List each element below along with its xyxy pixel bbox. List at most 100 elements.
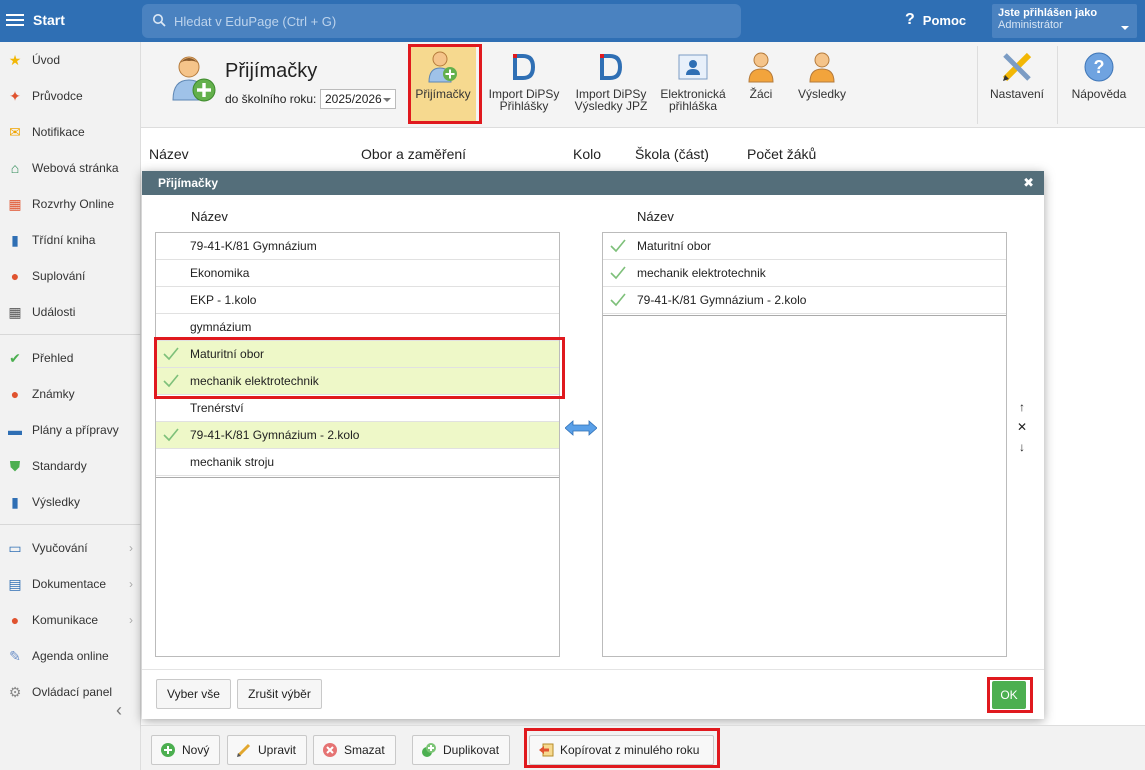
close-icon[interactable]: ✖ [1023, 175, 1034, 191]
toolbar-divider [977, 46, 978, 124]
transfer-arrows-icon[interactable] [565, 420, 597, 436]
gear-icon: ⚙ [8, 683, 22, 700]
list-end-divider [603, 315, 1006, 316]
column-header-school: Škola (část) [635, 146, 709, 162]
sidebar-item[interactable]: ▮ Výsledky [0, 484, 141, 520]
chevron-down-icon [1121, 26, 1129, 30]
sidebar-item[interactable]: ✎ Agenda online [0, 638, 141, 674]
svg-text:?: ? [1094, 57, 1105, 77]
edit-button[interactable]: Upravit [227, 735, 308, 765]
list-item[interactable]: mechanik stroju [156, 449, 559, 476]
available-list[interactable]: 79-41-K/81 Gymnázium Ekonomika EKP - 1.kol… [155, 232, 560, 657]
chevron-right-icon: › [129, 577, 133, 591]
tool-help[interactable]: ? Nápověda [1067, 46, 1131, 124]
tool-import-dipsy-applications[interactable]: Import DiPSy Přihlášky [486, 46, 562, 124]
search-input[interactable] [174, 11, 724, 31]
move-up-button[interactable]: ↑ [1016, 400, 1028, 414]
sidebar-item[interactable]: ✔ Přehled [0, 340, 141, 376]
list-item[interactable]: Maturitní obor [603, 233, 1006, 260]
sidebar-item[interactable]: ⌂ Webová stránka [0, 150, 141, 186]
selected-list[interactable]: Maturitní obor mechanik elektrotechnik 79-… [602, 232, 1007, 657]
sidebar-item[interactable]: ✉ Notifikace [0, 114, 141, 150]
school-year-select[interactable]: 2025/2026 [320, 89, 396, 109]
list-item[interactable]: 79-41-K/81 Gymnázium [156, 233, 559, 260]
list-item[interactable]: gymnázium [156, 314, 559, 341]
list-item-label: mechanik elektrotechnik [190, 374, 319, 388]
chat-icon: ● [10, 612, 20, 628]
dialog-title: Přijímačky [158, 176, 219, 190]
tool-students[interactable]: Žáci [739, 46, 783, 124]
sidebar-divider [0, 334, 141, 335]
move-down-button[interactable]: ↓ [1016, 440, 1028, 454]
star-icon: ★ [8, 51, 22, 68]
question-icon: ? [905, 11, 915, 28]
list-item[interactable]: 79-41-K/81 Gymnázium - 2.kolo [603, 287, 1006, 314]
sidebar-item[interactable]: ▭ Vyučování › [0, 530, 141, 566]
copy-from-last-year-button[interactable]: Kopírovat z minulého roku [529, 735, 714, 765]
delete-button[interactable]: Smazat [313, 735, 396, 765]
sidebar-item-label: Přehled [32, 351, 74, 365]
list-item[interactable]: mechanik elektrotechnik [603, 260, 1006, 287]
sidebar-item[interactable]: ⛊ Standardy [0, 448, 141, 484]
remove-item-button[interactable]: ✕ [1016, 420, 1028, 434]
sidebar-item-label: Suplování [32, 269, 86, 283]
student-icon [748, 52, 774, 83]
sidebar-item[interactable]: ● Suplování [0, 258, 141, 294]
admissions-icon [428, 51, 457, 83]
tool-electronic-application[interactable]: Elektronická přihláška [657, 46, 729, 124]
list-item[interactable]: EKP - 1.kolo [156, 287, 559, 314]
tool-settings[interactable]: Nastavení [987, 46, 1047, 124]
list-item[interactable]: Trenérství [156, 395, 559, 422]
tool-results[interactable]: Výsledky [793, 46, 851, 124]
student-icon [809, 52, 835, 83]
sidebar-item[interactable]: ▦ Události [0, 294, 141, 330]
sidebar-item[interactable]: ▤ Dokumentace › [0, 566, 141, 602]
top-bar: Start ? Pomoc Jste přihlášen jako Admini… [0, 0, 1145, 42]
list-item-label: EKP - 1.kolo [190, 293, 257, 307]
check-icon [610, 266, 626, 280]
id-card-icon [678, 54, 708, 80]
column-header-count: Počet žáků [747, 146, 817, 162]
start-link[interactable]: Start [33, 12, 65, 28]
sidebar-item[interactable]: ▦ Rozvrhy Online [0, 186, 141, 222]
search-icon [153, 14, 166, 27]
grade-icon: ● [10, 386, 20, 402]
list-item[interactable]: Maturitní obor [156, 341, 559, 368]
column-header-round: Kolo [573, 146, 602, 162]
new-button[interactable]: Nový [151, 735, 221, 765]
list-item-label: 79-41-K/81 Gymnázium [190, 239, 317, 253]
sidebar-item[interactable]: ▬ Plány a přípravy [0, 412, 141, 448]
plus-circle-icon [161, 743, 175, 757]
duplicate-button[interactable]: Duplikovat [412, 735, 511, 765]
tool-label-2: Výsledky JPZ [574, 99, 648, 113]
tool-label-2: Přihlášky [499, 99, 549, 113]
sidebar-item[interactable]: ▮ Třídní kniha [0, 222, 141, 258]
pen-icon: ✎ [9, 647, 21, 664]
tool-label: Žáci [749, 87, 773, 101]
list-item-label: Maturitní obor [190, 347, 265, 361]
user-menu[interactable]: Jste přihlášen jako Administrátor [992, 4, 1137, 38]
pencil-ruler-icon [1002, 52, 1032, 82]
sidebar-item[interactable]: ★ Úvod [0, 42, 141, 78]
select-all-button[interactable]: Vyber vše [156, 679, 231, 709]
collapse-sidebar-icon[interactable]: ‹ [116, 700, 122, 721]
tool-admissions[interactable]: Přijímačky [410, 46, 476, 124]
check-icon [610, 239, 626, 253]
bottom-toolbar: Nový Upravit Smazat Duplikovat Kopírovat… [141, 725, 1145, 770]
sidebar-item[interactable]: ● Komunikace › [0, 602, 141, 638]
list-item[interactable]: Ekonomika [156, 260, 559, 287]
help-button[interactable]: ? Pomoc [905, 11, 966, 29]
list-item[interactable]: 79-41-K/81 Gymnázium - 2.kolo [156, 422, 559, 449]
search-box[interactable] [142, 4, 741, 38]
right-column-header: Název [637, 209, 674, 224]
clear-selection-button[interactable]: Zrušit výběr [237, 679, 322, 709]
sidebar-item-label: Webová stránka [32, 161, 119, 175]
sidebar-item[interactable]: ● Známky [0, 376, 141, 412]
list-item[interactable]: mechanik elektrotechnik [156, 368, 559, 395]
tool-import-dipsy-results[interactable]: Import DiPSy Výsledky JPZ [571, 46, 651, 124]
sidebar-item-label: Vyučování [32, 541, 88, 555]
list-item-label: Trenérství [190, 401, 244, 415]
ok-button[interactable]: OK [992, 681, 1026, 709]
hamburger-menu-icon[interactable] [6, 11, 24, 29]
sidebar-item[interactable]: ✦ Průvodce [0, 78, 141, 114]
